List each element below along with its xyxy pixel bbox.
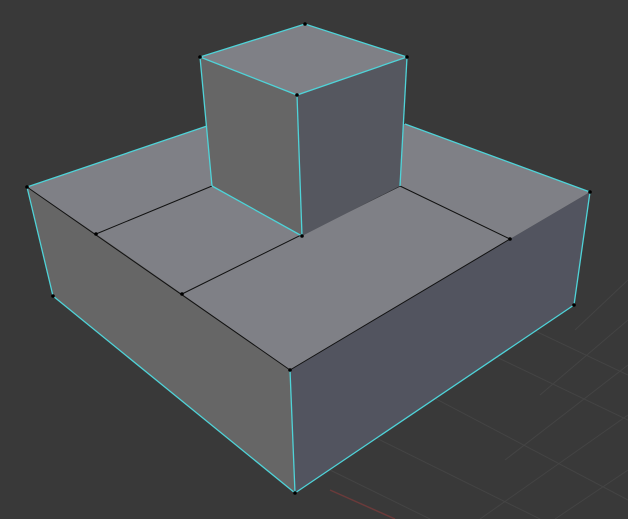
vertex[interactable]	[180, 292, 184, 296]
3d-viewport[interactable]	[0, 0, 628, 519]
vertex[interactable]	[300, 234, 304, 238]
vertex[interactable]	[588, 190, 592, 194]
vertex[interactable]	[25, 185, 29, 189]
viewport-canvas[interactable]	[0, 0, 628, 519]
vertex[interactable]	[51, 294, 55, 298]
vertex[interactable]	[288, 368, 292, 372]
vertex[interactable]	[405, 55, 409, 59]
vertex[interactable]	[295, 93, 299, 97]
vertex[interactable]	[303, 22, 307, 26]
vertex[interactable]	[198, 55, 202, 59]
vertex[interactable]	[293, 491, 297, 495]
vertex[interactable]	[508, 237, 512, 241]
vertex[interactable]	[572, 303, 576, 307]
vertex[interactable]	[94, 232, 98, 236]
